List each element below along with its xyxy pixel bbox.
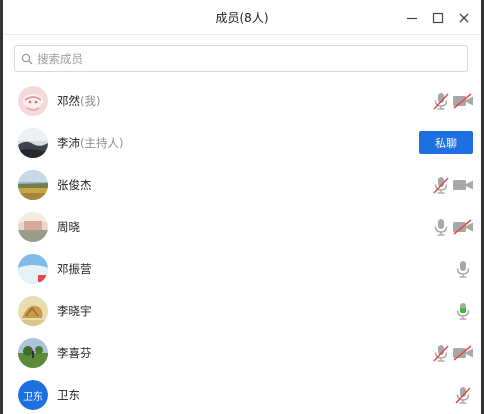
microphone-muted-icon [433, 345, 449, 362]
member-name-text: 邓然 [57, 94, 80, 108]
avatar [18, 254, 48, 284]
member-name-text: 卫东 [57, 388, 80, 402]
avatar-image [18, 128, 48, 158]
maximize-icon [432, 12, 444, 24]
member-name-text: 张俊杰 [57, 178, 92, 192]
maximize-button[interactable] [427, 7, 449, 29]
avatar-initials: 卫东 [18, 380, 48, 410]
member-row[interactable]: 张俊杰 [3, 164, 481, 206]
camera-button[interactable] [452, 174, 474, 196]
title-bar: 成员(8人) [3, 0, 481, 35]
avatar [18, 212, 48, 242]
avatar-image [18, 254, 48, 284]
microphone-muted-icon [433, 93, 449, 110]
member-name: 邓然(我) [57, 80, 100, 122]
camera-off-button[interactable] [452, 90, 474, 112]
search-box[interactable] [14, 45, 468, 72]
microphone-muted-icon [433, 177, 449, 194]
avatar-image [18, 338, 48, 368]
member-name: 李沛(主持人) [57, 122, 123, 164]
microphone-muted-button[interactable] [430, 174, 452, 196]
microphone-muted-button[interactable] [430, 90, 452, 112]
avatar [18, 170, 48, 200]
camera-off-icon [453, 219, 473, 235]
member-row[interactable]: 李晓宇 [3, 290, 481, 332]
avatar: 卫东 [18, 380, 48, 410]
minimize-button[interactable] [401, 7, 423, 29]
members-window: 成员(8人) 搜索成员 邓然(我) 李沛(主持人) 私聊 张俊杰 周晓 邓振营 … [3, 0, 481, 414]
close-button[interactable] [453, 7, 475, 29]
avatar [18, 296, 48, 326]
member-name: 张俊杰 [57, 164, 92, 206]
microphone-icon [434, 219, 448, 236]
search-input[interactable] [37, 51, 437, 66]
private-chat-button[interactable]: 私聊 [419, 131, 473, 154]
member-list: 邓然(我) 李沛(主持人) 私聊 张俊杰 周晓 邓振营 李晓宇 李喜芬 卫东 卫… [3, 80, 481, 414]
avatar [18, 338, 48, 368]
member-name-text: 周晓 [57, 220, 80, 234]
microphone-button[interactable] [452, 258, 474, 280]
microphone-muted-button[interactable] [430, 342, 452, 364]
camera-off-button[interactable] [452, 216, 474, 238]
member-row[interactable]: 周晓 [3, 206, 481, 248]
member-name: 李晓宇 [57, 290, 92, 332]
member-row[interactable]: 卫东 卫东 [3, 374, 481, 414]
camera-off-icon [453, 93, 473, 109]
minimize-icon [407, 17, 417, 20]
member-name-text: 李晓宇 [57, 304, 92, 318]
member-name: 周晓 [57, 206, 80, 248]
member-tag: (主持人) [80, 136, 124, 150]
member-row[interactable]: 李沛(主持人) 私聊 [3, 122, 481, 164]
microphone-muted-button[interactable] [452, 384, 474, 406]
avatar [18, 86, 48, 116]
avatar-image [18, 170, 48, 200]
member-name-text: 邓振营 [57, 262, 92, 276]
member-row[interactable]: 李喜芬 [3, 332, 481, 374]
avatar [18, 128, 48, 158]
member-name: 李喜芬 [57, 332, 92, 374]
camera-off-button[interactable] [452, 342, 474, 364]
member-name: 邓振营 [57, 248, 92, 290]
member-row[interactable]: 邓然(我) [3, 80, 481, 122]
member-tag: (我) [80, 94, 101, 108]
microphone-button[interactable] [430, 216, 452, 238]
member-name-text: 李喜芬 [57, 346, 92, 360]
search-icon [21, 53, 33, 64]
microphone-active-button[interactable] [452, 300, 474, 322]
member-name: 卫东 [57, 374, 80, 414]
microphone-muted-icon [455, 387, 471, 404]
member-name-text: 李沛 [57, 136, 80, 150]
avatar-image [18, 296, 48, 326]
avatar-image [18, 212, 48, 242]
member-row[interactable]: 邓振营 [3, 248, 481, 290]
microphone-icon [456, 261, 470, 278]
avatar-image [18, 86, 48, 116]
camera-icon [453, 180, 473, 190]
close-icon [459, 13, 469, 23]
microphone-active-icon [456, 303, 470, 320]
camera-off-icon [453, 345, 473, 361]
